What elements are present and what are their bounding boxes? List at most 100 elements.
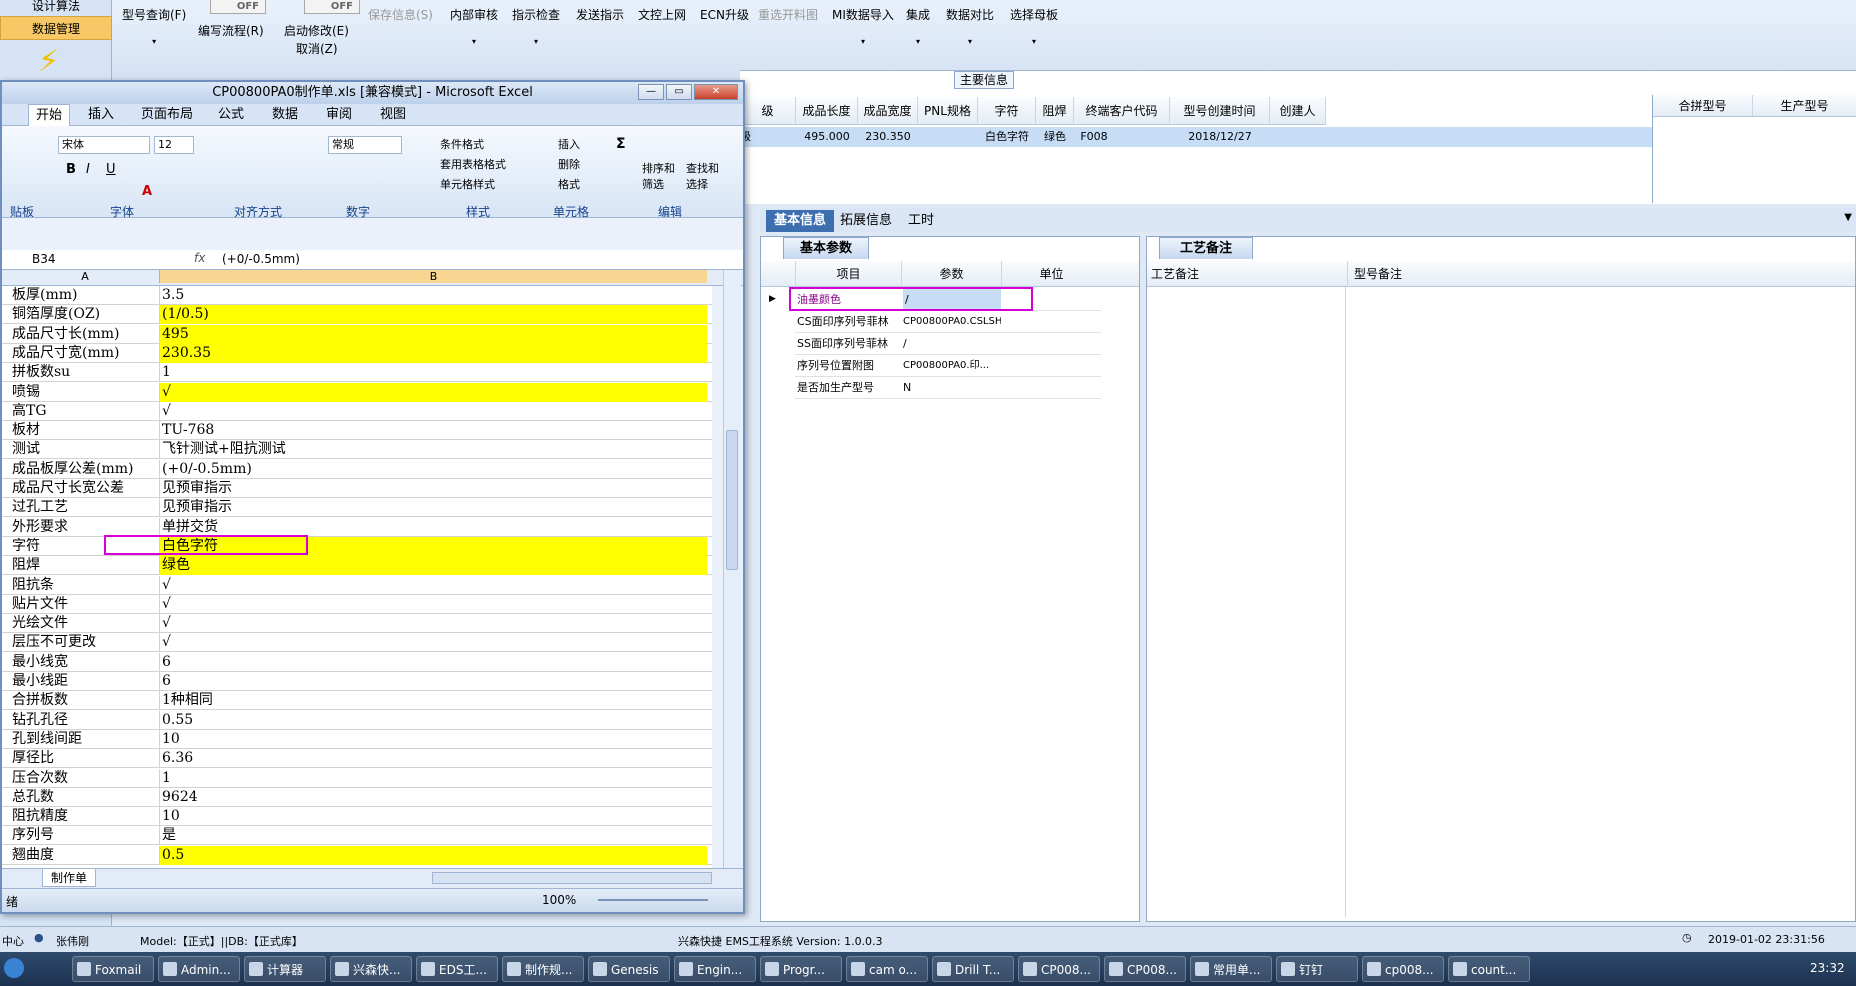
param-header-unit[interactable]: 单位 [1001, 261, 1101, 287]
grid-header[interactable]: 成品长度 [796, 97, 858, 125]
ribbon-start-modify[interactable]: 启动修改(E) [284, 22, 349, 39]
ribbon-data-compare[interactable]: 数据对比 ▾ [946, 6, 994, 46]
cell-a[interactable]: 成品尺寸长(mm) [12, 325, 158, 344]
taskbar-item[interactable]: 兴森快... [330, 956, 412, 982]
sort-button[interactable]: 排序和 [642, 160, 675, 176]
sheet-row[interactable]: 板厚(mm) 3.5 [2, 286, 712, 305]
italic-icon[interactable]: I [86, 162, 90, 177]
cell-a[interactable]: 孔到线间距 [12, 730, 158, 749]
tab-insert[interactable]: 插入 [80, 104, 122, 126]
cell-b[interactable]: √ [159, 401, 707, 421]
taskbar-item[interactable]: EDS工... [416, 956, 498, 982]
number-format-select[interactable]: 常规 [328, 136, 402, 154]
sheet-row[interactable]: 铜箔厚度(OZ) (1/0.5) [2, 305, 712, 325]
sheet-row[interactable]: 厚径比 6.36 [2, 749, 712, 769]
ribbon-model-query[interactable]: 型号查询(F) ▾ [122, 6, 186, 46]
ribbon-instruction-check[interactable]: 指示检查 ▾ [512, 6, 560, 46]
cell-a[interactable]: 成品板厚公差(mm) [12, 460, 158, 479]
select-button[interactable]: 选择 [686, 176, 708, 192]
cell-b[interactable]: 10 [159, 807, 707, 827]
cell-a[interactable]: 喷锡 [12, 383, 158, 402]
sheet-tab-make[interactable]: 制作单 [42, 869, 96, 887]
sheet-row[interactable]: 压合次数 1 [2, 768, 712, 788]
sheet-row[interactable]: 成品尺寸长宽公差 见预审指示 [2, 479, 712, 498]
sheet-row[interactable]: 孔到线间距 10 [2, 729, 712, 749]
fx-icon[interactable]: fx [194, 251, 205, 265]
tab-formulas[interactable]: 公式 [210, 104, 252, 126]
close-icon[interactable]: ✕ [694, 84, 738, 100]
cell-b[interactable]: 1种相同 [159, 691, 707, 711]
cell-b[interactable]: 495 [159, 324, 707, 344]
cell-a[interactable]: 序列号 [12, 826, 158, 845]
sheet-row[interactable]: 层压不可更改 √ [2, 633, 712, 653]
cell-a[interactable]: 高TG [12, 402, 158, 421]
sheet-row[interactable]: 阻抗精度 10 [2, 807, 712, 827]
cell-a[interactable]: 外形要求 [12, 518, 158, 537]
sheet-row[interactable]: 钻孔孔径 0.55 [2, 710, 712, 730]
cell-b[interactable]: 1 [159, 363, 707, 383]
ribbon-mi-import[interactable]: MI数据导入 ▾ [832, 6, 894, 46]
excel-title-bar[interactable]: CP00800PA0制作单.xls [兼容模式] - Microsoft Exc… [2, 82, 743, 104]
formula-input[interactable]: (+0/-0.5mm) [222, 251, 300, 268]
cell-a[interactable]: 最小线宽 [12, 653, 158, 672]
cell-b[interactable]: 见预审指示 [159, 479, 707, 498]
sheet-row[interactable]: 拼板数su 1 [2, 363, 712, 383]
cell-style-button[interactable]: 单元格样式 [440, 176, 495, 192]
cell-a[interactable]: 钻孔孔径 [12, 711, 158, 730]
start-icon[interactable] [4, 958, 24, 978]
cell-b[interactable]: TU-768 [159, 421, 707, 441]
cell-b[interactable]: 飞针测试+阻抗测试 [159, 440, 707, 460]
sheet-row[interactable]: 合拼板数 1种相同 [2, 691, 712, 711]
cell-a[interactable]: 合拼板数 [12, 691, 158, 710]
taskbar-item[interactable]: Engin... [674, 956, 756, 982]
cell-b[interactable]: 3.5 [159, 286, 707, 305]
cell-b[interactable]: 6 [159, 672, 707, 691]
col-header-b[interactable]: B [159, 270, 707, 283]
taskbar-item[interactable]: cam o... [846, 956, 928, 982]
ribbon-ecn-upgrade[interactable]: ECN升级 [700, 6, 749, 23]
sum-icon[interactable]: Σ [616, 136, 626, 152]
sheet-row[interactable]: 阻焊 绿色 [2, 556, 712, 576]
grid-header[interactable]: 型号创建时间 [1170, 97, 1270, 125]
sheet-row[interactable]: 阻抗条 √ [2, 575, 712, 595]
cell-a[interactable]: 阻抗精度 [12, 807, 158, 826]
sheet-row[interactable]: 最小线距 6 [2, 672, 712, 691]
grid-header[interactable]: 成品宽度 [858, 97, 918, 125]
col-header-a[interactable]: A [12, 270, 158, 283]
cell-a[interactable]: 成品尺寸长宽公差 [12, 479, 158, 498]
sheet-row[interactable]: 测试 飞针测试+阻抗测试 [2, 440, 712, 460]
toggle-off-2[interactable]: OFF [304, 0, 360, 14]
cell-b[interactable]: 绿色 [159, 556, 707, 576]
tab-worktime[interactable]: 工时 [900, 210, 942, 232]
cell-b[interactable]: 9624 [159, 787, 707, 807]
remark-header-process[interactable]: 工艺备注 [1151, 261, 1199, 287]
taskbar-item[interactable]: count... [1448, 956, 1530, 982]
bold-icon[interactable]: B [66, 162, 76, 177]
horizontal-scrollbar[interactable] [432, 872, 712, 884]
cell-a[interactable]: 板厚(mm) [12, 286, 158, 305]
cell-b[interactable]: (1/0.5) [159, 305, 707, 325]
cell-a[interactable]: 成品尺寸宽(mm) [12, 344, 158, 363]
tab-data[interactable]: 数据 [264, 104, 306, 126]
underline-icon[interactable]: U [106, 162, 116, 177]
cell-a[interactable]: 阻焊 [12, 556, 158, 575]
conditional-format-button[interactable]: 条件格式 [440, 136, 484, 152]
param-header-value[interactable]: 参数 [901, 261, 1001, 287]
taskbar-item[interactable]: Foxmail [72, 956, 154, 982]
taskbar-item[interactable]: 制作规... [502, 956, 584, 982]
cell-b[interactable]: √ [159, 382, 707, 402]
sheet-row[interactable]: 光绘文件 √ [2, 614, 712, 634]
tab-page-layout[interactable]: 页面布局 [136, 104, 198, 126]
taskbar-item[interactable]: 计算器 [244, 956, 326, 982]
taskbar-item[interactable]: 常用单... [1190, 956, 1272, 982]
remark-header-model[interactable]: 型号备注 [1347, 261, 1402, 287]
cell-b[interactable]: 0.55 [159, 710, 707, 730]
sheet-row[interactable]: 板材 TU-768 [2, 421, 712, 441]
ribbon-integrate[interactable]: 集成 ▾ [906, 6, 930, 46]
ribbon-internal-audit[interactable]: 内部审核 ▾ [450, 6, 498, 46]
cell-a[interactable]: 层压不可更改 [12, 633, 158, 652]
cell-b[interactable]: 6 [159, 652, 707, 672]
cell-a[interactable]: 阻抗条 [12, 576, 158, 595]
cell-b[interactable]: 10 [159, 729, 707, 749]
sheet-row[interactable]: 过孔工艺 见预审指示 [2, 498, 712, 518]
